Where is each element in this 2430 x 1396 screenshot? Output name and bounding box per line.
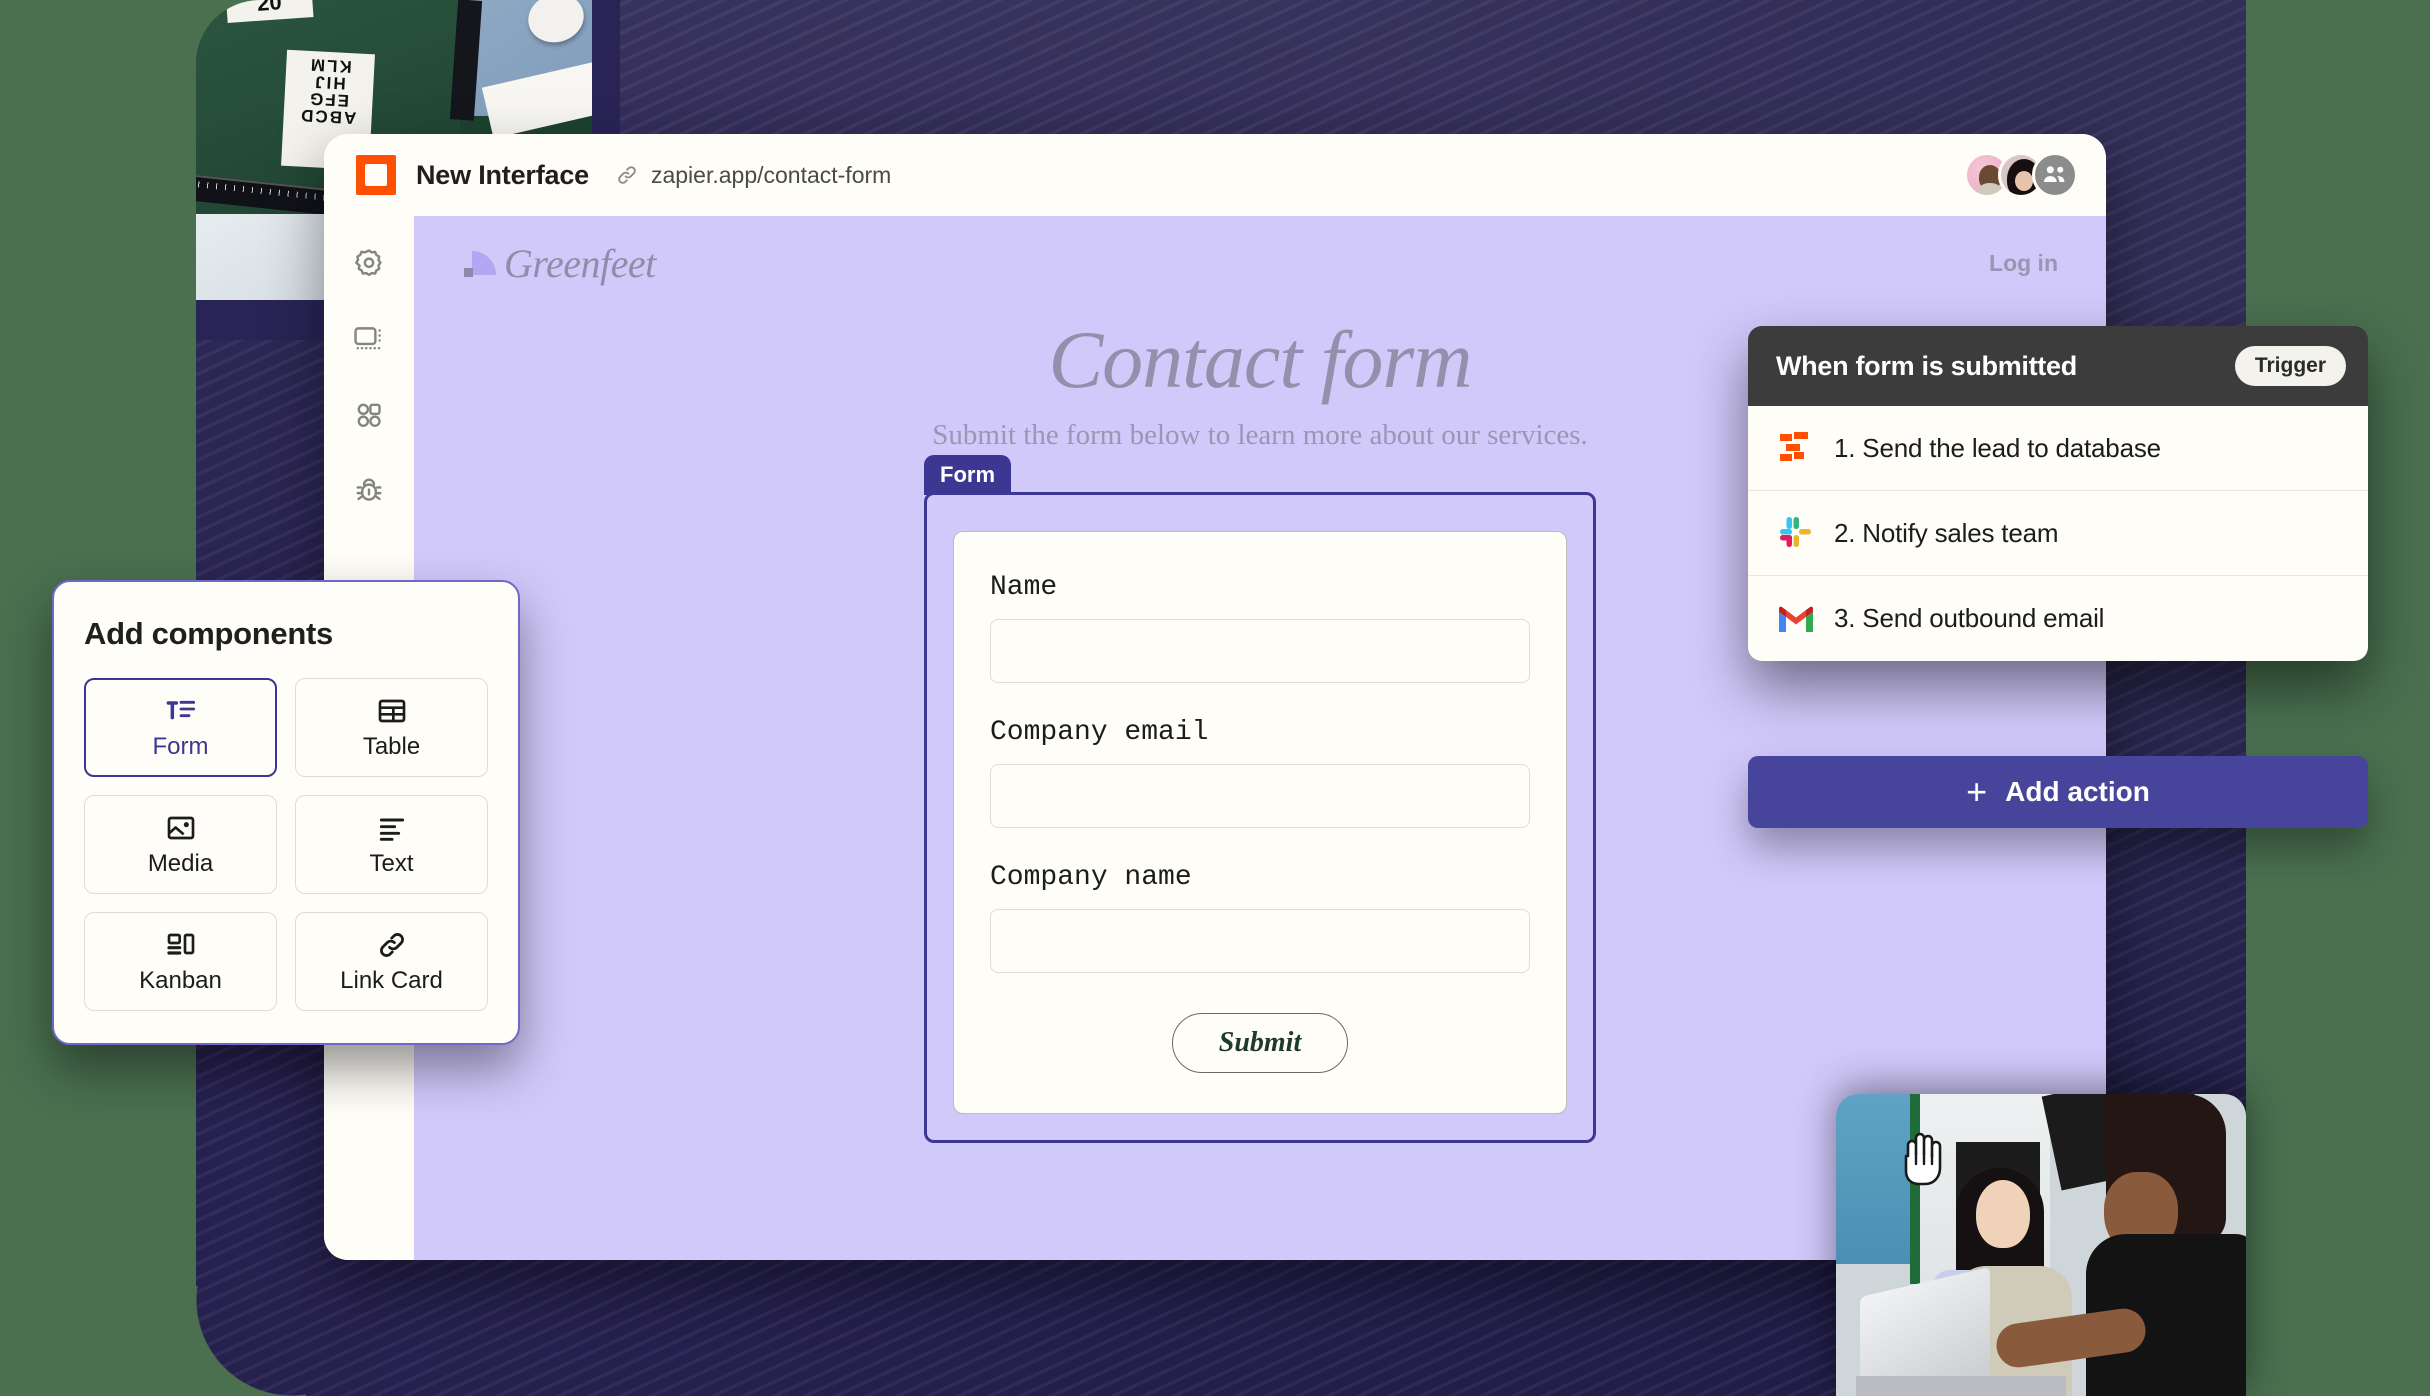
brand-row: Greenfeet Log in [462, 216, 2058, 287]
submit-row: Submit [990, 1013, 1530, 1073]
form-component-tab[interactable]: Form [924, 455, 1011, 495]
backdrop-corner-mask [196, 1286, 306, 1396]
automation-step-label: 3. Send outbound email [1834, 603, 2105, 633]
kanban-icon [166, 933, 194, 955]
screen-icon[interactable] [352, 322, 386, 356]
component-label-table: Table [362, 732, 421, 760]
automation-title: When form is submitted [1776, 350, 2077, 381]
avatar-team-group[interactable] [2032, 152, 2078, 198]
automation-step[interactable]: 1. Send the lead to database [1748, 406, 2368, 491]
greenfeet-logo-icon [462, 247, 496, 281]
airtable-icon [1780, 432, 1808, 461]
text-icon [379, 818, 404, 841]
brand-name: Greenfeet [504, 241, 656, 286]
component-tile-table[interactable]: Table [295, 678, 488, 777]
field-label-company-name: Company name [990, 862, 1192, 893]
automation-step[interactable]: 2. Notify sales team [1748, 491, 2368, 576]
component-label-media: Media [147, 849, 214, 877]
company-name-input[interactable] [990, 909, 1530, 973]
link-card-icon [379, 932, 404, 957]
media-icon [167, 816, 194, 839]
slack-icon [1780, 517, 1811, 547]
grab-hand-cursor [1904, 1132, 1942, 1186]
automation-card: When form is submitted Trigger 1. Send t… [1748, 326, 2368, 661]
submit-button[interactable]: Submit [1171, 1013, 1349, 1073]
window-topbar: New Interface zapier.app/contact-form [324, 134, 2106, 216]
gmail-icon [1779, 606, 1813, 632]
add-components-title: Add components [84, 616, 333, 651]
form-component[interactable]: Form Name Company email Company name Sub… [924, 455, 1596, 1143]
table-icon [378, 699, 405, 722]
component-grid: Form Table Media Text Kanban Link Card [84, 678, 488, 1011]
component-label-link-card: Link Card [340, 966, 443, 994]
plus-icon: + [1966, 771, 1988, 812]
field-label-name: Name [990, 572, 1058, 603]
component-tile-text[interactable]: Text [295, 795, 488, 894]
link-icon [618, 166, 636, 184]
company-email-input[interactable] [990, 764, 1530, 828]
gear-icon[interactable] [352, 246, 386, 280]
form-card: Name Company email Company name Submit [953, 531, 1567, 1114]
add-action-button[interactable]: + Add action [1748, 756, 2368, 828]
automation-step-label: 1. Send the lead to database [1834, 432, 2161, 463]
component-tile-form[interactable]: Form [84, 678, 277, 777]
component-tile-kanban[interactable]: Kanban [84, 912, 277, 1011]
component-label-text: Text [369, 849, 414, 877]
bug-icon[interactable] [352, 474, 386, 508]
name-input[interactable] [990, 619, 1530, 683]
team-photo-card[interactable] [1836, 1094, 2246, 1396]
window-title: New Interface [416, 159, 589, 190]
component-label-kanban: Kanban [139, 966, 222, 994]
avatar-group [1964, 152, 2078, 198]
people-icon [2043, 166, 2065, 182]
components-icon[interactable] [352, 398, 386, 432]
component-tile-link-card[interactable]: Link Card [295, 912, 488, 1011]
component-tile-media[interactable]: Media [84, 795, 277, 894]
interface-window: New Interface zapier.app/contact-form Gr… [324, 134, 2106, 1260]
form-icon [166, 700, 195, 719]
component-label-form: Form [152, 732, 209, 760]
automation-step-label: 2. Notify sales team [1834, 517, 2059, 548]
add-action-label: Add action [2005, 776, 2150, 807]
field-label-company-email: Company email [990, 717, 1209, 748]
zapier-logo-icon [356, 155, 396, 195]
add-components-panel: Add components Form Table Media Text Kan… [52, 580, 520, 1045]
window-url[interactable]: zapier.app/contact-form [651, 162, 891, 189]
login-link[interactable]: Log in [1989, 250, 2058, 277]
automation-steps: 1. Send the lead to database 2. Notify s… [1748, 406, 2368, 661]
trigger-badge: Trigger [2234, 346, 2346, 386]
automation-step[interactable]: 3. Send outbound email [1748, 576, 2368, 661]
automation-header: When form is submitted Trigger [1748, 326, 2368, 406]
